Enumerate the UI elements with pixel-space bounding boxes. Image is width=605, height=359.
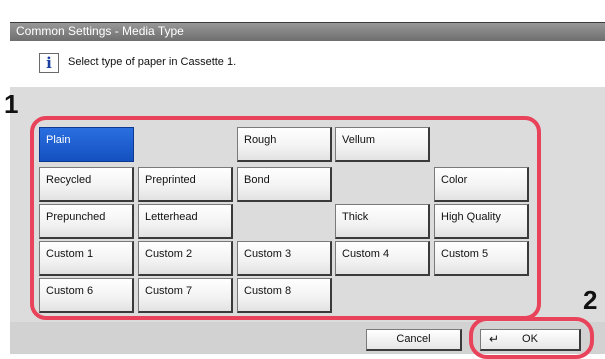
- instruction-text: Select type of paper in Cassette 1.: [68, 56, 237, 68]
- cancel-button[interactable]: Cancel: [366, 329, 462, 351]
- media-recycled-button[interactable]: Recycled: [39, 167, 134, 202]
- media-vellum-button[interactable]: Vellum: [335, 127, 430, 162]
- media-plain-button[interactable]: Plain: [39, 127, 134, 162]
- media-rough-button[interactable]: Rough: [237, 127, 332, 162]
- window-title: Common Settings - Media Type: [10, 22, 605, 41]
- media-custom1-button[interactable]: Custom 1: [39, 241, 134, 276]
- media-custom6-button[interactable]: Custom 6: [39, 278, 134, 313]
- media-thick-button[interactable]: Thick: [335, 204, 430, 239]
- media-color-button[interactable]: Color: [434, 167, 529, 202]
- media-letterhead-button[interactable]: Letterhead: [138, 204, 233, 239]
- ok-highlight: [469, 317, 594, 359]
- callout-2: 2: [583, 285, 598, 315]
- media-preprinted-button[interactable]: Preprinted: [138, 167, 233, 202]
- title-divider: [10, 22, 605, 23]
- media-custom2-button[interactable]: Custom 2: [138, 241, 233, 276]
- info-icon: i: [39, 53, 59, 73]
- media-custom7-button[interactable]: Custom 7: [138, 278, 233, 313]
- media-custom3-button[interactable]: Custom 3: [237, 241, 332, 276]
- media-prepunched-button[interactable]: Prepunched: [39, 204, 134, 239]
- media-high-quality-button[interactable]: High Quality: [434, 204, 529, 239]
- media-bond-button[interactable]: Bond: [237, 167, 332, 202]
- callout-1: 1: [4, 89, 19, 119]
- media-custom4-button[interactable]: Custom 4: [335, 241, 430, 276]
- media-custom5-button[interactable]: Custom 5: [434, 241, 529, 276]
- media-custom8-button[interactable]: Custom 8: [237, 278, 332, 313]
